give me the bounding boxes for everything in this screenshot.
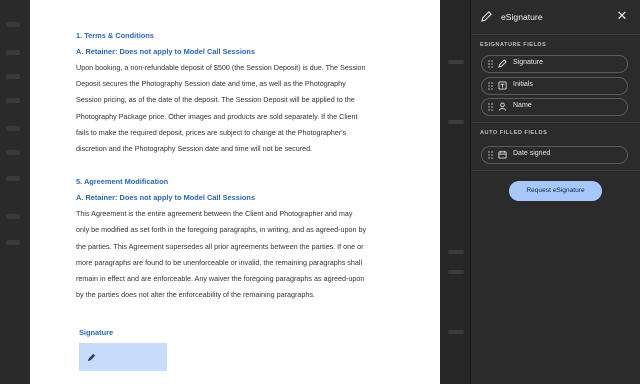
pen-icon: [498, 59, 507, 68]
paragraph-line: Session pricing, as of the date of the d…: [76, 95, 355, 105]
divider: [471, 170, 640, 171]
background-item: [448, 250, 464, 254]
section-subtitle: A. Retainer: Does not apply to Model Cal…: [76, 193, 256, 203]
signature-field[interactable]: [79, 343, 167, 372]
person-icon: [498, 102, 507, 111]
section-title: 5. Agreement Modification: [76, 177, 169, 187]
panel-title: eSignature: [501, 12, 543, 22]
drag-handle-icon: [488, 82, 493, 90]
drag-handle-icon: [488, 60, 493, 68]
request-esignature-button[interactable]: Request eSignature: [509, 181, 602, 201]
paragraph-line: Deposit secures the Photography Session …: [76, 79, 346, 89]
divider: [471, 122, 640, 123]
close-button[interactable]: ✕: [615, 9, 629, 23]
pen-icon: [481, 11, 492, 22]
paragraph-line: remain in effect and are enforceable. An…: [76, 274, 365, 284]
drag-handle-icon: [488, 151, 493, 159]
background-item: [448, 330, 464, 334]
background-item: [448, 60, 464, 64]
paragraph-line: only be modified as set forth in the for…: [76, 225, 367, 235]
background-item: [6, 74, 20, 79]
section-label: AUTO FILLED FIELDS: [480, 130, 548, 136]
paragraph-line: discretion and the Photography Session d…: [76, 144, 313, 154]
section-title: 1. Terms & Conditions: [76, 31, 154, 40]
drag-handle-icon: [488, 103, 493, 111]
background-item: [448, 270, 464, 274]
panel-header: eSignature ✕: [471, 0, 640, 34]
field-label: Date signed: [513, 150, 551, 157]
background-item: [6, 176, 20, 181]
text-icon: [498, 81, 507, 90]
background-item: [6, 22, 20, 27]
close-icon: ✕: [616, 8, 628, 23]
section-subtitle: A. Retainer: Does not apply to Model Cal…: [76, 47, 256, 56]
field-label: Signature: [513, 59, 543, 66]
field-initials[interactable]: Initials: [481, 77, 628, 95]
calendar-icon: [498, 150, 507, 159]
esignature-panel: eSignature ✕ ESIGNATURE FIELDS Signature…: [471, 0, 640, 384]
section-paragraph: This Agreement is the entire agreement b…: [76, 206, 416, 303]
paragraph-line: This Agreement is the entire agreement b…: [76, 209, 353, 219]
paragraph-line: Upon booking, a non-refundable deposit o…: [76, 63, 366, 72]
background-item: [6, 98, 20, 103]
field-label: Name: [513, 102, 532, 109]
background-item: [6, 50, 20, 55]
background-app-column: [440, 0, 470, 384]
background-item: [6, 126, 20, 131]
field-label: Initials: [513, 81, 533, 88]
field-signature[interactable]: Signature: [481, 55, 628, 73]
background-item: [6, 214, 20, 219]
section-paragraph: Upon booking, a non-refundable deposit o…: [76, 60, 416, 157]
divider: [471, 34, 640, 35]
paragraph-line: more paragraphs are found to be unenforc…: [76, 257, 363, 267]
background-item: [6, 240, 20, 245]
field-date-signed[interactable]: Date signed: [481, 146, 628, 164]
document-content: 1. Terms & Conditions A. Retainer: Does …: [76, 30, 416, 372]
signature-label: Signature: [79, 328, 114, 338]
section-label: ESIGNATURE FIELDS: [480, 42, 547, 48]
background-item: [6, 150, 20, 155]
background-item: [448, 120, 464, 124]
paragraph-line: by the parties does not alter the enforc…: [76, 290, 315, 300]
field-name[interactable]: Name: [481, 98, 628, 116]
document-page: 1. Terms & Conditions A. Retainer: Does …: [30, 0, 440, 384]
paragraph-line: Photography Package price. Other images …: [76, 111, 358, 121]
pen-icon: [87, 354, 96, 362]
paragraph-line: fails to make the required deposit, pric…: [76, 127, 347, 137]
background-app-sidebar: [0, 0, 30, 384]
paragraph-line: the parties. This Agreement supersedes a…: [76, 241, 364, 251]
